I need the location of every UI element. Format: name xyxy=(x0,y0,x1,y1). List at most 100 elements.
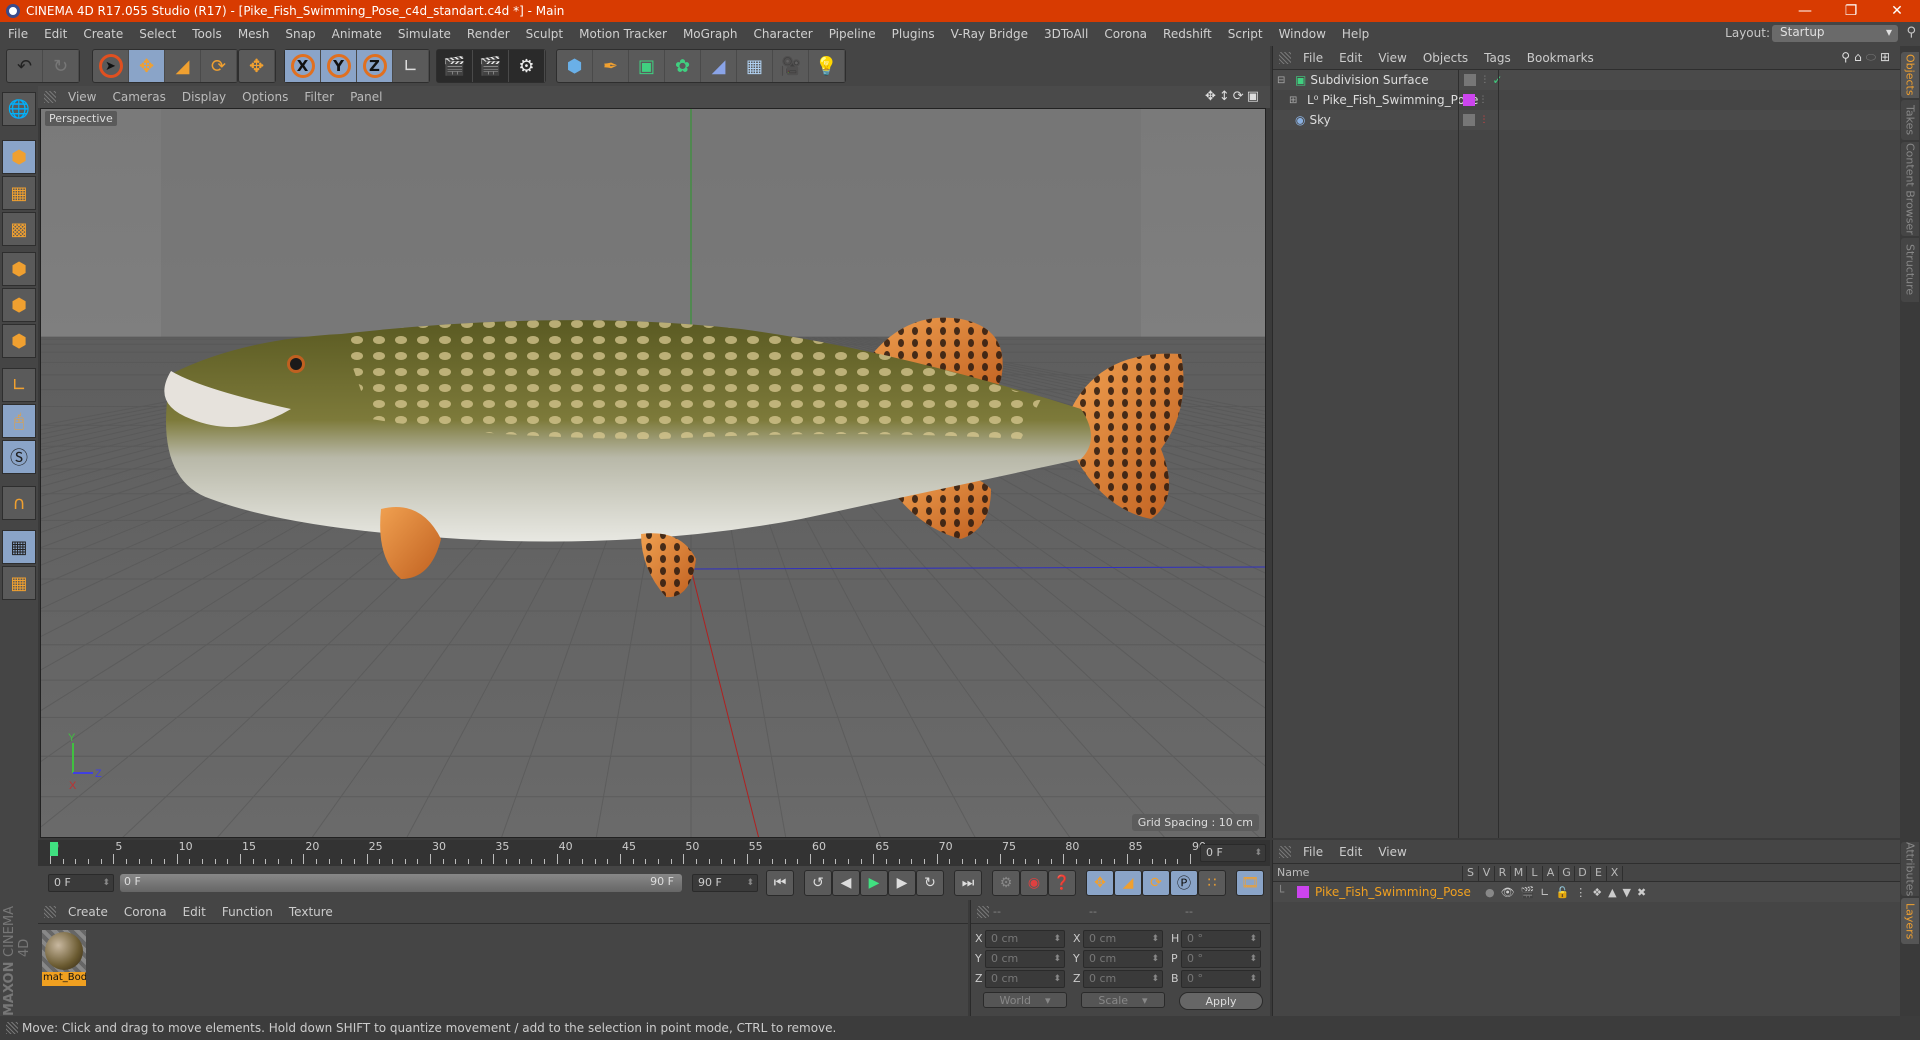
layer-lock-icon[interactable]: 🔓 xyxy=(1556,886,1576,899)
goto-end-icon[interactable]: ⏭ xyxy=(954,870,982,896)
layer-menu-edit[interactable]: Edit xyxy=(1331,845,1370,859)
workplane-lock-icon[interactable]: ▦ xyxy=(2,530,36,564)
layer-column-header[interactable]: Name xyxy=(1273,866,1463,881)
rotate-icon[interactable]: ⟳ xyxy=(201,50,237,82)
om-menu-tags[interactable]: Tags xyxy=(1476,51,1519,65)
layer-manager-icon[interactable]: ∟ xyxy=(1540,886,1555,899)
layer-generators-icon[interactable]: ❖ xyxy=(1592,886,1608,899)
panel-grip[interactable] xyxy=(1279,51,1291,64)
viewport-menu-options[interactable]: Options xyxy=(234,90,296,104)
menu-select[interactable]: Select xyxy=(131,27,184,41)
tab-objects[interactable]: Objects xyxy=(1901,52,1919,98)
key-rotation-icon[interactable]: ⟳ xyxy=(1142,870,1170,896)
solo-icon[interactable]: Ⓢ xyxy=(2,440,36,474)
menu-corona[interactable]: Corona xyxy=(1096,27,1155,41)
layer-render-icon[interactable]: 🎬 xyxy=(1521,886,1541,899)
layer-tag-swatch[interactable] xyxy=(1464,74,1477,86)
move-icon[interactable]: ✥ xyxy=(129,50,165,82)
layer-column-header[interactable]: V xyxy=(1479,866,1495,881)
menu-tools[interactable]: Tools xyxy=(184,27,230,41)
mat-menu-edit[interactable]: Edit xyxy=(175,905,214,919)
layer-color-swatch[interactable] xyxy=(1297,886,1309,898)
object-row[interactable]: ◉ Sky ⋮ xyxy=(1273,110,1900,130)
polygons-mode-icon[interactable]: ⬢ xyxy=(2,324,36,358)
texture-mode-icon[interactable]: ▦ xyxy=(2,176,36,210)
live-selection-icon[interactable]: ➤ xyxy=(93,50,129,82)
menu-plugins[interactable]: Plugins xyxy=(884,27,943,41)
pen-spline-icon[interactable]: ✒ xyxy=(593,50,629,82)
goto-start-icon[interactable]: ⏮ xyxy=(766,870,794,896)
viewport-menu-display[interactable]: Display xyxy=(174,90,234,104)
menu-mograph[interactable]: MoGraph xyxy=(675,27,746,41)
recent-tool-icon[interactable]: ✥ xyxy=(239,50,275,82)
panel-grip[interactable] xyxy=(1279,845,1291,858)
render-picture-viewer-icon[interactable]: 🎬 xyxy=(473,50,509,82)
layer-column-header[interactable]: G xyxy=(1559,866,1575,881)
layer-animation-icon[interactable]: ⋮ xyxy=(1575,886,1592,899)
menu-simulate[interactable]: Simulate xyxy=(390,27,459,41)
deformer-icon[interactable]: ◢ xyxy=(701,50,737,82)
coord-value-field[interactable]: 0 cm xyxy=(1083,950,1163,968)
panel-grip[interactable] xyxy=(977,905,989,918)
home-icon[interactable]: ⌂ xyxy=(1854,50,1866,64)
menu-vray-bridge[interactable]: V-Ray Bridge xyxy=(943,27,1036,41)
layer-column-header[interactable]: E xyxy=(1591,866,1607,881)
timeline-window-icon[interactable]: 🎞 xyxy=(1236,870,1264,896)
tab-structure[interactable]: Structure xyxy=(1901,238,1919,302)
menu-create[interactable]: Create xyxy=(75,27,131,41)
menu-snap[interactable]: Snap xyxy=(277,27,323,41)
layer-menu-view[interactable]: View xyxy=(1370,845,1414,859)
coord-value-field[interactable]: 0 ° xyxy=(1181,950,1261,968)
panel-grip[interactable] xyxy=(44,91,56,103)
search-icon[interactable]: ⚲ xyxy=(1841,50,1854,64)
coord-value-field[interactable]: 0 cm xyxy=(1083,930,1163,948)
layer-tag-swatch[interactable] xyxy=(1463,114,1476,126)
coordinate-system-icon[interactable]: ∟ xyxy=(393,50,429,82)
camera-icon[interactable]: 🎥 xyxy=(773,50,809,82)
layer-menu-file[interactable]: File xyxy=(1295,845,1331,859)
x-axis-icon[interactable]: X xyxy=(285,50,321,82)
redo-icon[interactable]: ↻ xyxy=(43,50,79,82)
menu-character[interactable]: Character xyxy=(745,27,820,41)
orbit-icon[interactable]: ⟳ xyxy=(1233,89,1247,104)
mat-menu-corona[interactable]: Corona xyxy=(116,905,175,919)
expand-toggle[interactable]: ⊞ xyxy=(1289,95,1303,106)
layer-row[interactable]: └ Pike_Fish_Swimming_Pose ●👁🎬∟🔓⋮❖▲▼✖ xyxy=(1273,882,1900,902)
menu-animate[interactable]: Animate xyxy=(324,27,390,41)
edges-mode-icon[interactable]: ⬢ xyxy=(2,288,36,322)
workplane-align-icon[interactable]: ▦ xyxy=(2,566,36,600)
coord-value-field[interactable]: 0 cm xyxy=(985,950,1065,968)
viewport-menu-filter[interactable]: Filter xyxy=(296,90,342,104)
key-scale-icon[interactable]: ◢ xyxy=(1114,870,1142,896)
record-keys-disabled-icon[interactable]: ⚙ xyxy=(992,870,1020,896)
range-slider[interactable]: 0 F 90 F xyxy=(120,874,682,892)
menu-edit[interactable]: Edit xyxy=(36,27,75,41)
coord-value-field[interactable]: 0 cm xyxy=(985,930,1065,948)
new-panel-icon[interactable]: ⊞ xyxy=(1880,50,1894,64)
render-view-icon[interactable]: 🎬 xyxy=(437,50,473,82)
layout-dropdown[interactable]: Startup xyxy=(1772,25,1898,42)
maximize-view-icon[interactable]: ▣ xyxy=(1247,89,1262,104)
menu-file[interactable]: File xyxy=(0,27,36,41)
z-axis-icon[interactable]: Z xyxy=(357,50,393,82)
scale-icon[interactable]: ◢ xyxy=(165,50,201,82)
close-button[interactable]: ✕ xyxy=(1874,0,1920,22)
coord-value-field[interactable]: 0 ° xyxy=(1181,930,1261,948)
restore-button[interactable]: ❐ xyxy=(1828,0,1874,22)
pan-icon[interactable]: ✥ xyxy=(1205,89,1219,104)
layer-column-header[interactable]: D xyxy=(1575,866,1591,881)
prev-key-icon[interactable]: ↺ xyxy=(804,870,832,896)
menu-window[interactable]: Window xyxy=(1271,27,1334,41)
material-swatch[interactable]: mat_Bod xyxy=(42,930,86,986)
timeline-ruler[interactable]: 051015202530354045505560657075808590 0 F xyxy=(38,840,1270,866)
layer-column-header[interactable]: R xyxy=(1495,866,1511,881)
current-frame-field[interactable]: 0 F xyxy=(1200,844,1266,862)
viewport-menu-cameras[interactable]: Cameras xyxy=(104,90,173,104)
axis-mode-icon[interactable]: ∟ xyxy=(2,368,36,402)
y-axis-icon[interactable]: Y xyxy=(321,50,357,82)
next-key-icon[interactable]: ↻ xyxy=(916,870,944,896)
key-parameter-icon[interactable]: Ⓟ xyxy=(1170,870,1198,896)
om-menu-file[interactable]: File xyxy=(1295,51,1331,65)
cube-icon[interactable]: ⬢ xyxy=(557,50,593,82)
layer-deformers-icon[interactable]: ▲ xyxy=(1608,886,1622,899)
